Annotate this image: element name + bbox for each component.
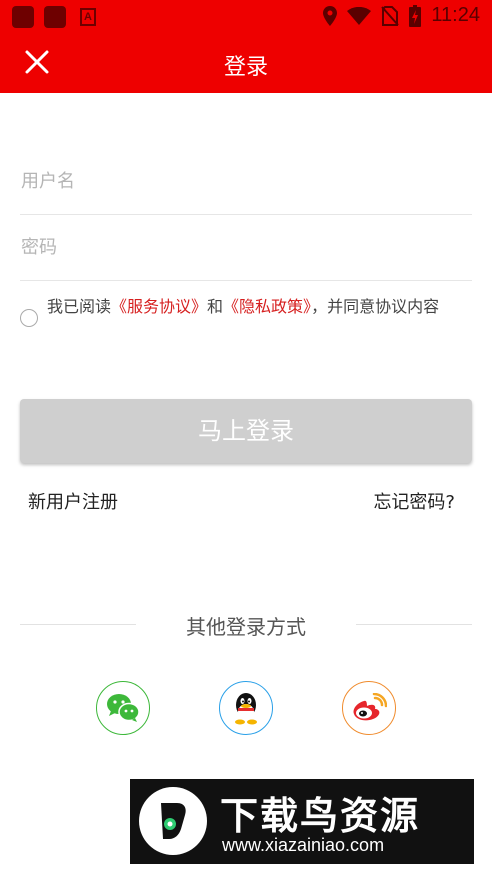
- qq-login-button[interactable]: [219, 681, 273, 735]
- agreement-checkbox[interactable]: [20, 309, 38, 327]
- font-app-icon: A: [80, 8, 96, 26]
- login-button[interactable]: 马上登录: [20, 399, 472, 463]
- weibo-icon: [353, 693, 387, 721]
- username-input[interactable]: [20, 148, 473, 214]
- agreement-prefix: 我已阅读: [47, 297, 112, 316]
- no-sim-icon: [381, 5, 400, 26]
- watermark-name: 下载鸟资源: [220, 794, 421, 838]
- forgot-password-link[interactable]: 忘记密码?: [373, 488, 455, 514]
- status-notification-icons: A: [12, 6, 96, 28]
- status-system-icons: 11:24: [323, 4, 480, 27]
- status-time: 11:24: [431, 4, 480, 26]
- agreement-suffix: ，并同意协议内容: [311, 297, 440, 316]
- page-title: 登录: [223, 55, 268, 80]
- wechat-icon: [107, 694, 140, 722]
- privacy-policy-link[interactable]: 《隐私政策》: [223, 297, 311, 316]
- other-login-title: 其他登录方式: [186, 615, 306, 639]
- agreement-text: 我已阅读《服务协议》和《隐私政策》，并同意协议内容: [47, 295, 472, 319]
- wechat-login-button[interactable]: [96, 681, 150, 735]
- password-field-wrapper: [20, 214, 473, 281]
- weibo-login-button[interactable]: [342, 681, 396, 735]
- watermark: 下载鸟资源 www.xiazainiao.com: [130, 779, 474, 864]
- app-icon: [12, 6, 34, 28]
- battery-icon: [409, 4, 422, 27]
- wifi-icon: [347, 6, 372, 25]
- title-bar: 登录: [0, 33, 492, 93]
- status-bar: A 11:24: [0, 0, 492, 33]
- agreement-and: 和: [207, 297, 224, 316]
- qq-icon: [235, 693, 257, 725]
- username-field-wrapper: [20, 148, 473, 215]
- register-link[interactable]: 新用户注册: [28, 488, 118, 514]
- password-input[interactable]: [20, 214, 473, 280]
- app-icon: [44, 6, 66, 28]
- location-icon: [323, 5, 338, 26]
- divider-right: [356, 624, 472, 625]
- bird-logo-icon: [139, 787, 207, 855]
- service-agreement-link[interactable]: 《服务协议》: [111, 297, 207, 316]
- watermark-url: www.xiazainiao.com: [222, 835, 385, 855]
